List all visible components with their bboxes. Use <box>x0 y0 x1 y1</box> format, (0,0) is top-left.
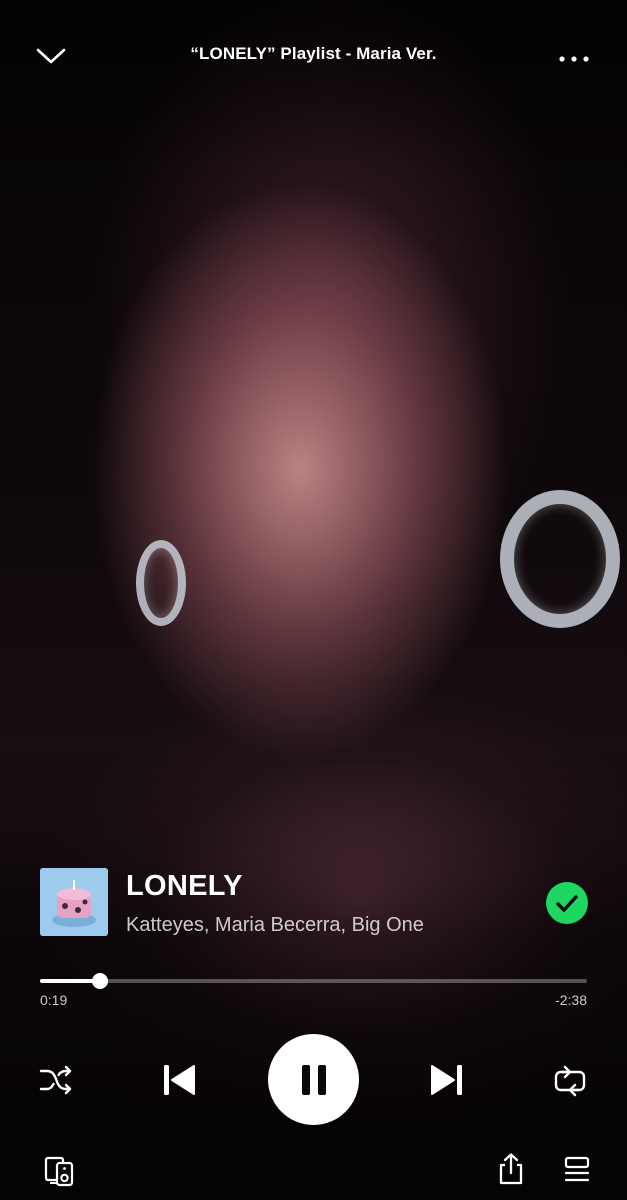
track-artists[interactable]: Katteyes, Maria Becerra, Big One <box>126 914 424 937</box>
progress-handle[interactable] <box>92 973 109 989</box>
queue-icon[interactable] <box>562 1156 594 1186</box>
progress-track <box>40 979 587 983</box>
remaining-time: -2:38 <box>555 992 587 1008</box>
background-shade <box>0 0 627 1200</box>
elapsed-time: 0:19 <box>40 992 68 1008</box>
connect-device-icon[interactable] <box>44 1154 76 1188</box>
more-horizontal-icon[interactable] <box>557 40 591 70</box>
top-bar: “LONELY” Playlist - Maria Ver. <box>0 36 627 76</box>
pause-icon <box>301 1064 326 1095</box>
track-info: LONELY Katteyes, Maria Becerra, Big One <box>40 866 590 938</box>
shuffle-icon[interactable] <box>38 1064 74 1096</box>
skip-next-icon[interactable] <box>428 1062 466 1098</box>
progress-slider[interactable] <box>40 972 587 992</box>
share-icon[interactable] <box>496 1152 526 1186</box>
skip-previous-icon[interactable] <box>160 1062 198 1098</box>
chevron-down-icon[interactable] <box>36 40 66 70</box>
now-playing-screen: “LONELY” Playlist - Maria Ver. LONELY Ka… <box>0 0 627 1200</box>
track-title[interactable]: LONELY <box>126 870 243 903</box>
repeat-icon[interactable] <box>552 1064 588 1098</box>
playback-controls <box>0 1034 627 1126</box>
playlist-title: “LONELY” Playlist - Maria Ver. <box>190 44 437 63</box>
liked-check-icon[interactable] <box>546 882 588 924</box>
progress-fill <box>40 979 101 983</box>
album-cover[interactable] <box>40 868 108 936</box>
pause-button[interactable] <box>268 1034 359 1125</box>
bottom-bar <box>0 1150 627 1190</box>
